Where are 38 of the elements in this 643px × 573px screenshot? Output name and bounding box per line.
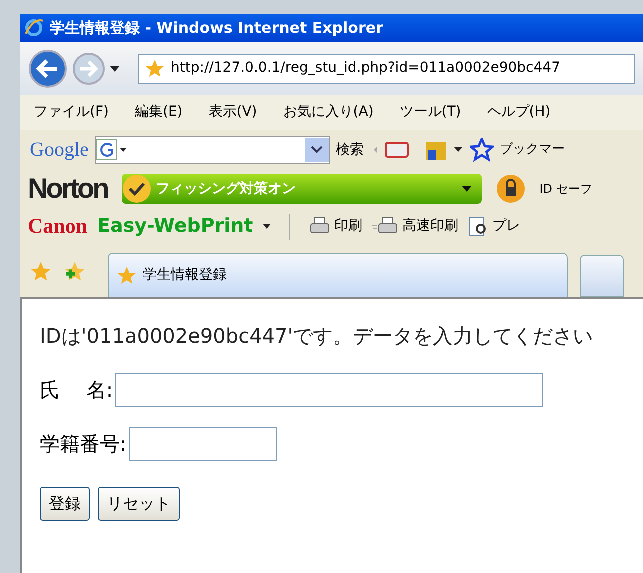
preview-button[interactable]: プレ (492, 216, 520, 237)
browser-tab[interactable]: 学生情報登録 (108, 253, 568, 297)
menu-item[interactable]: ヘルプ(H) (487, 102, 551, 123)
form-button[interactable]: 登録 (40, 487, 90, 521)
menu-item[interactable]: ツール(T) (400, 102, 462, 123)
field-label: 学籍番号: (40, 431, 127, 458)
fast-print-button[interactable]: 高速印刷 (402, 216, 458, 237)
window-title: 学生情報登録 - Windows Internet Explorer (50, 18, 384, 39)
norton-logo: Norton (28, 172, 108, 206)
menu-item[interactable]: お気に入り(A) (283, 102, 374, 123)
search-field[interactable] (94, 136, 330, 164)
star-icon[interactable] (470, 138, 494, 162)
google-logo: Google (30, 138, 89, 163)
star-icon (117, 266, 137, 286)
print-button[interactable]: 印刷 (334, 216, 362, 237)
search-button[interactable]: 検索 (336, 140, 364, 160)
lock-icon[interactable] (496, 174, 526, 204)
google-icon (96, 139, 128, 161)
id-safe-button[interactable]: ID セーフ (540, 180, 592, 198)
menu-item[interactable]: 表示(V) (208, 102, 258, 123)
menu-item[interactable]: ファイル(F) (34, 102, 109, 123)
form-button[interactable]: リセット (98, 487, 180, 521)
text-field[interactable] (115, 373, 544, 407)
bookmarks-button[interactable]: ブックマー (500, 140, 565, 160)
add-favorite-icon[interactable] (64, 261, 86, 283)
text-field[interactable] (128, 427, 277, 461)
menu-item[interactable]: 編集(E) (134, 102, 183, 123)
address-field[interactable]: http://127.0.0.1/reg_stu_id.php?id=011a0002e90bc447 (138, 54, 635, 84)
favorites-star-icon[interactable] (30, 261, 52, 283)
back-button[interactable] (28, 48, 68, 88)
dropdown-arrow-icon[interactable] (110, 66, 120, 72)
dropdown-arrow-icon[interactable] (263, 224, 272, 229)
check-icon (122, 174, 152, 204)
instruction-text: IDは'011a0002e90bc447'です。データを入力してください (40, 323, 594, 350)
field-label: 氏 名: (40, 377, 114, 404)
browser-logo-icon (24, 18, 44, 38)
star-icon (145, 58, 165, 78)
canon-logo: Canon (28, 212, 88, 240)
